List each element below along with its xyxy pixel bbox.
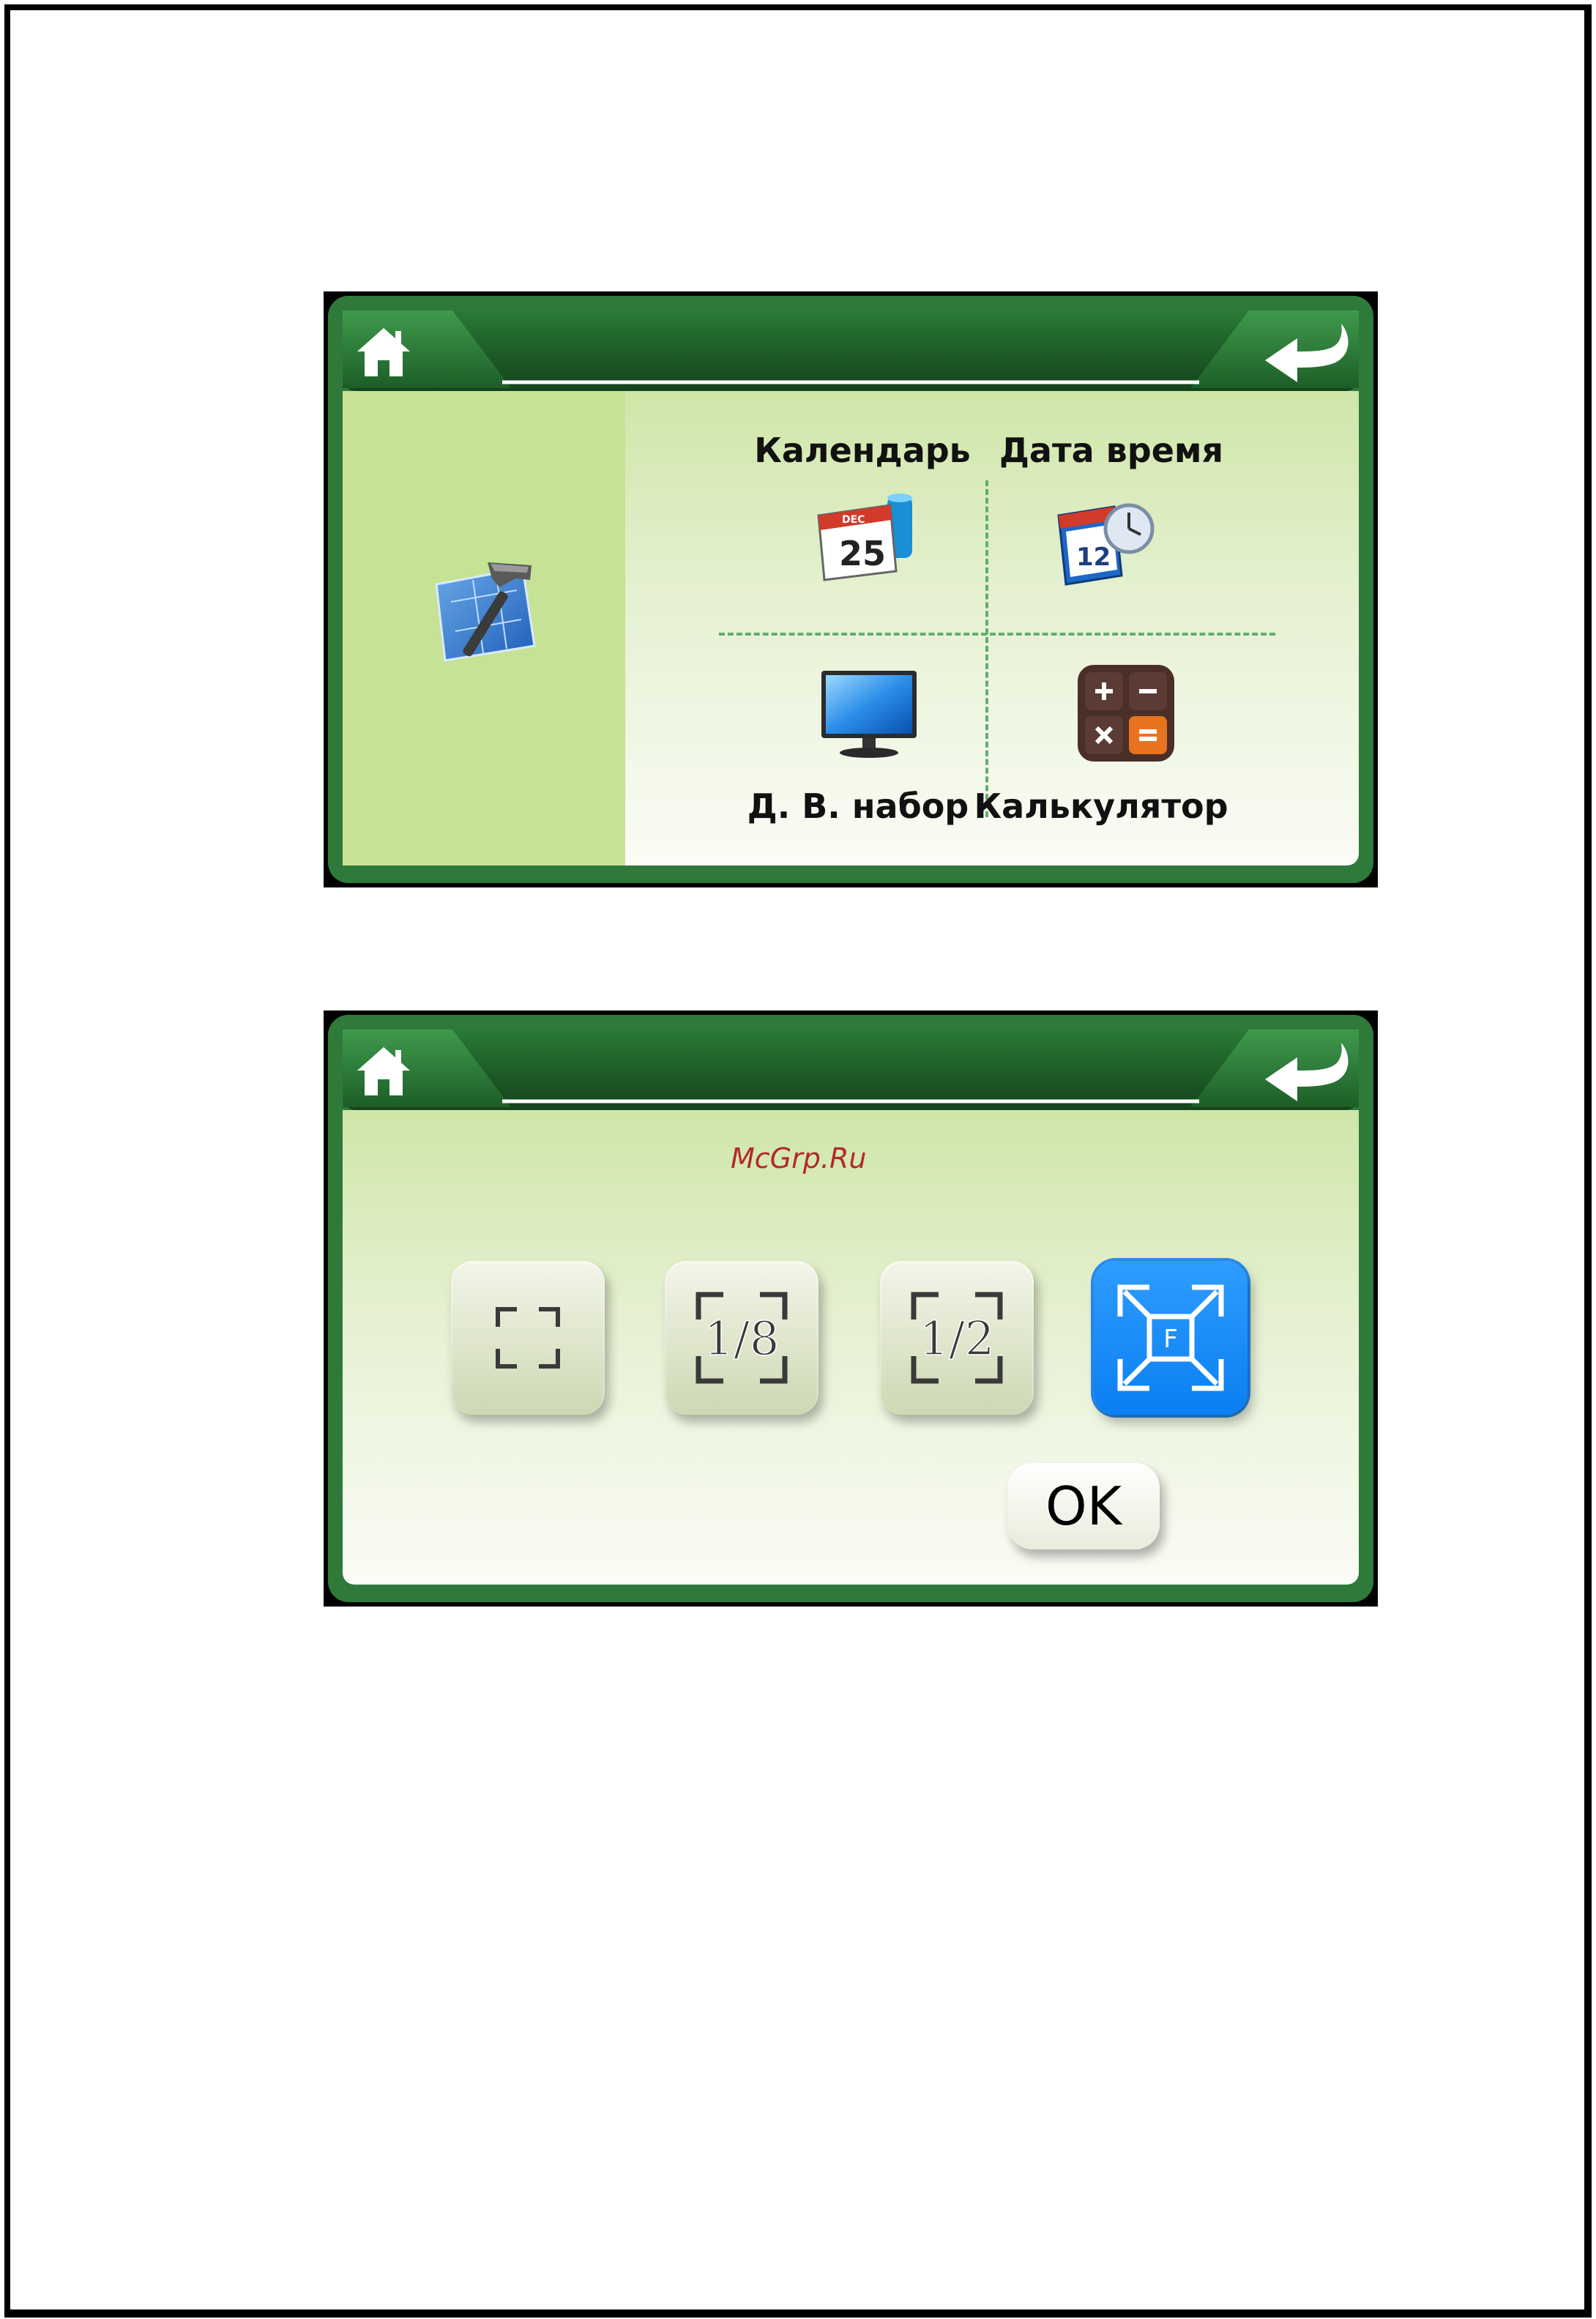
datetime-number-text: 12 bbox=[1076, 543, 1111, 572]
datetime-clock-icon: 12 bbox=[1057, 503, 1155, 586]
calendar-month-text: DEC bbox=[842, 514, 865, 526]
fullscreen-icon: F bbox=[1117, 1284, 1224, 1391]
ok-button[interactable]: OK bbox=[1007, 1463, 1160, 1549]
screen-ratio-dialog: McGrp.Ru 1/8 1/2 F OK bbox=[324, 1010, 1378, 1607]
menu-label-datetime: Дата время bbox=[999, 431, 1224, 470]
ratio-1-2-icon: 1/2 bbox=[911, 1292, 1003, 1384]
ratio-content: McGrp.Ru 1/8 1/2 F OK bbox=[343, 1110, 1359, 1585]
ratio-screen-frame: McGrp.Ru 1/8 1/2 F OK bbox=[328, 1015, 1373, 1602]
menu-label-calendar: Календарь bbox=[754, 431, 971, 470]
tools-screen: Календарь DEC 25 Дата время 12 Д. В. наб… bbox=[324, 291, 1378, 887]
home-icon[interactable] bbox=[354, 1044, 413, 1098]
menu-item-calculator[interactable]: Калькулятор bbox=[974, 662, 1236, 845]
tools-screen-frame: Календарь DEC 25 Дата время 12 Д. В. наб… bbox=[328, 296, 1373, 883]
back-arrow-icon[interactable] bbox=[1261, 1040, 1359, 1110]
watermark-text: McGrp.Ru bbox=[731, 1142, 867, 1175]
left-panel bbox=[343, 391, 625, 866]
ratio-1-2-label: 1/2 bbox=[920, 1312, 995, 1366]
fit-icon bbox=[496, 1307, 560, 1369]
home-icon[interactable] bbox=[354, 325, 413, 379]
back-arrow-icon[interactable] bbox=[1261, 321, 1359, 391]
ratio-option-1-2[interactable]: 1/2 bbox=[880, 1261, 1034, 1415]
ratio-option-fit[interactable] bbox=[451, 1261, 605, 1415]
ratio-option-full[interactable]: F bbox=[1094, 1261, 1248, 1415]
calculator-icon bbox=[1078, 665, 1174, 762]
monitor-icon bbox=[821, 671, 917, 758]
title-bar bbox=[328, 296, 1373, 398]
grid-divider-horizontal bbox=[719, 633, 1275, 636]
menu-label-calculator: Калькулятор bbox=[974, 786, 1228, 826]
menu-item-monitor[interactable]: Д. В. набор bbox=[747, 662, 987, 845]
menu-item-calendar[interactable]: Календарь DEC 25 bbox=[753, 420, 972, 603]
fullscreen-label: F bbox=[1163, 1325, 1178, 1354]
title-bar bbox=[328, 1015, 1373, 1117]
menu-item-datetime[interactable]: Дата время 12 bbox=[999, 420, 1236, 603]
ratio-1-8-label: 1/8 bbox=[704, 1312, 780, 1366]
tools-hammer-icon bbox=[435, 562, 536, 662]
calendar-icon: DEC 25 bbox=[817, 494, 912, 581]
menu-label-monitor: Д. В. набор bbox=[747, 786, 969, 826]
ratio-1-8-icon: 1/8 bbox=[696, 1292, 788, 1384]
tools-content: Календарь DEC 25 Дата время 12 Д. В. наб… bbox=[343, 391, 1359, 866]
calendar-day-text: 25 bbox=[839, 534, 886, 573]
ratio-option-1-8[interactable]: 1/8 bbox=[665, 1261, 818, 1415]
